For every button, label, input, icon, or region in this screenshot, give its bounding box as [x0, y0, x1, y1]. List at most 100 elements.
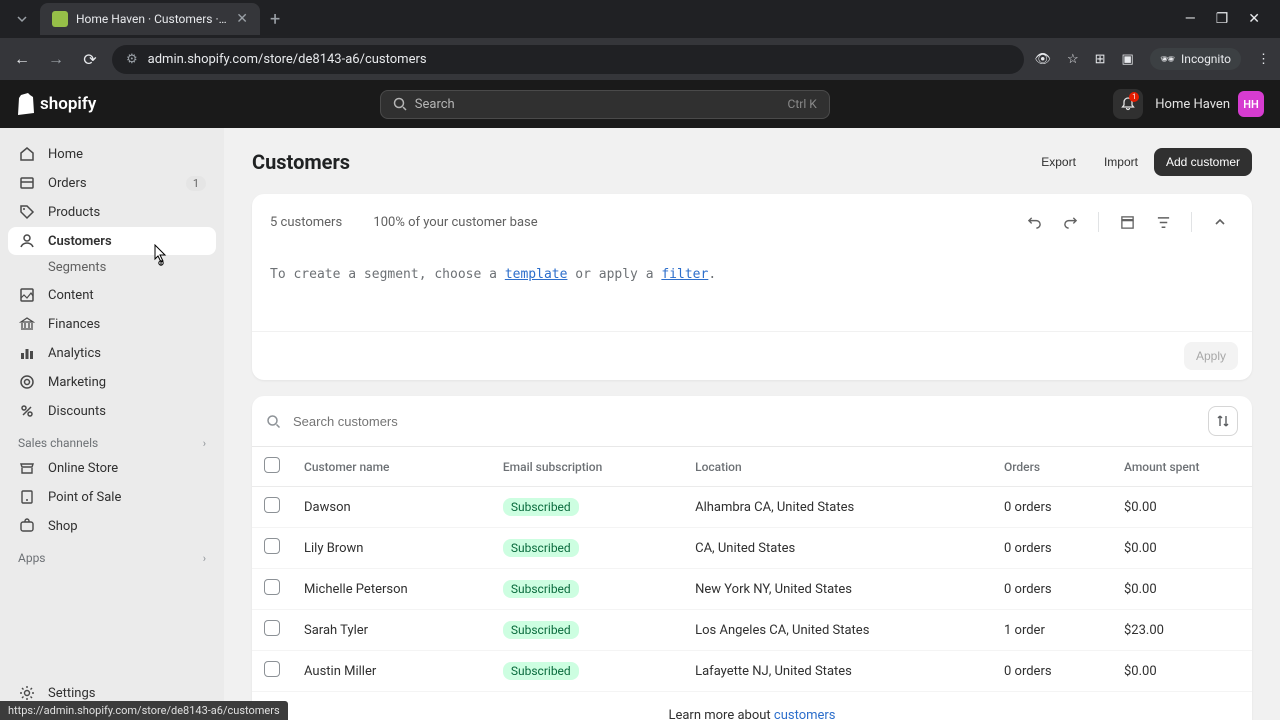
- sidebar-section-sales-channels[interactable]: Sales channels ›: [8, 426, 216, 454]
- sidebar-section-apps[interactable]: Apps ›: [8, 541, 216, 569]
- eye-off-icon[interactable]: 👁: [1034, 52, 1051, 67]
- segment-query-input[interactable]: To create a segment, choose a template o…: [252, 251, 1252, 331]
- row-checkbox[interactable]: [264, 538, 280, 554]
- template-link[interactable]: template: [505, 267, 568, 282]
- shopify-topbar: shopify Search Ctrl K 1 Home Haven HH: [0, 80, 1280, 128]
- table-row[interactable]: Michelle PetersonSubscribedNew York NY, …: [252, 569, 1252, 610]
- tab-list-dropdown[interactable]: [8, 5, 36, 33]
- home-icon: [18, 145, 36, 163]
- cell-orders: 0 orders: [992, 528, 1112, 569]
- customer-search-input[interactable]: [289, 408, 1200, 435]
- sidebar-item-pos[interactable]: Point of Sale: [8, 483, 216, 511]
- back-icon[interactable]: ←: [10, 49, 34, 69]
- cell-sub: Subscribed: [491, 569, 683, 610]
- sidebar-item-analytics[interactable]: Analytics: [8, 339, 216, 367]
- export-button[interactable]: Export: [1029, 148, 1088, 176]
- import-button[interactable]: Import: [1092, 148, 1150, 176]
- chevron-right-icon: ›: [203, 437, 206, 450]
- address-bar[interactable]: ⚙ admin.shopify.com/store/de8143-a6/cust…: [112, 45, 1024, 74]
- cell-amount: $0.00: [1112, 487, 1252, 528]
- shopify-logo[interactable]: shopify: [16, 93, 96, 115]
- kebab-menu-icon[interactable]: ⋮: [1257, 52, 1270, 67]
- cell-name: Sarah Tyler: [292, 610, 491, 651]
- close-window-icon[interactable]: ✕: [1248, 11, 1260, 27]
- learn-more-link[interactable]: customers: [774, 708, 836, 720]
- col-amount[interactable]: Amount spent: [1112, 447, 1252, 487]
- col-orders[interactable]: Orders: [992, 447, 1112, 487]
- learn-more: Learn more about customers: [252, 692, 1252, 720]
- templates-button[interactable]: [1113, 208, 1141, 236]
- url-text: admin.shopify.com/store/de8143-a6/custom…: [148, 52, 427, 67]
- global-search[interactable]: Search Ctrl K: [380, 90, 830, 119]
- row-checkbox[interactable]: [264, 497, 280, 513]
- select-all-checkbox[interactable]: [264, 457, 280, 473]
- undo-button[interactable]: [1020, 208, 1048, 236]
- cell-amount: $0.00: [1112, 528, 1252, 569]
- apply-button[interactable]: Apply: [1184, 342, 1238, 370]
- row-checkbox[interactable]: [264, 661, 280, 677]
- sidebar-item-online-store[interactable]: Online Store: [8, 454, 216, 482]
- table-row[interactable]: Lily BrownSubscribedCA, United States0 o…: [252, 528, 1252, 569]
- site-info-icon[interactable]: ⚙: [126, 52, 138, 67]
- sort-button[interactable]: [1208, 406, 1238, 436]
- subscribed-badge: Subscribed: [503, 539, 579, 557]
- table-row[interactable]: Sarah TylerSubscribedLos Angeles CA, Uni…: [252, 610, 1252, 651]
- forward-icon[interactable]: →: [44, 49, 68, 69]
- store-menu[interactable]: Home Haven HH: [1155, 91, 1264, 117]
- sidebar-item-segments[interactable]: Segments: [8, 256, 216, 281]
- add-customer-button[interactable]: Add customer: [1154, 148, 1252, 176]
- sidebar-item-customers[interactable]: Customers: [8, 227, 216, 255]
- sidebar-item-home[interactable]: Home: [8, 140, 216, 168]
- sidebar-item-products[interactable]: Products: [8, 198, 216, 226]
- sidepanel-icon[interactable]: ▣: [1122, 52, 1134, 67]
- store-icon: [18, 459, 36, 477]
- person-icon: [18, 232, 36, 250]
- incognito-badge[interactable]: 🕶 Incognito: [1150, 48, 1241, 70]
- new-tab-button[interactable]: +: [260, 9, 290, 30]
- cell-location: Los Angeles CA, United States: [683, 610, 992, 651]
- incognito-icon: 🕶: [1160, 52, 1175, 66]
- sidebar-item-orders[interactable]: Orders 1: [8, 169, 216, 197]
- close-tab-icon[interactable]: ✕: [236, 11, 248, 27]
- image-icon: [18, 286, 36, 304]
- row-checkbox[interactable]: [264, 579, 280, 595]
- sidebar-item-finances[interactable]: Finances: [8, 310, 216, 338]
- customer-count: 5 customers: [270, 215, 342, 230]
- cell-orders: 1 order: [992, 610, 1112, 651]
- collapse-button[interactable]: [1206, 208, 1234, 236]
- filter-button[interactable]: [1149, 208, 1177, 236]
- sidebar-item-discounts[interactable]: Discounts: [8, 397, 216, 425]
- cell-name: Lily Brown: [292, 528, 491, 569]
- filter-link[interactable]: filter: [661, 267, 708, 282]
- percent-icon: [18, 402, 36, 420]
- sidebar: Home Orders 1 Products Customers Segment…: [0, 128, 224, 720]
- table-row[interactable]: DawsonSubscribedAlhambra CA, United Stat…: [252, 487, 1252, 528]
- customer-pct: 100% of your customer base: [373, 215, 537, 230]
- reload-icon[interactable]: ⟳: [78, 50, 102, 69]
- extensions-icon[interactable]: ⊞: [1095, 52, 1106, 67]
- minimize-icon[interactable]: —: [1185, 11, 1196, 27]
- subscribed-badge: Subscribed: [503, 662, 579, 680]
- bookmark-icon[interactable]: ☆: [1067, 52, 1079, 67]
- store-avatar: HH: [1238, 91, 1264, 117]
- col-location[interactable]: Location: [683, 447, 992, 487]
- sidebar-item-marketing[interactable]: Marketing: [8, 368, 216, 396]
- subscribed-badge: Subscribed: [503, 498, 579, 516]
- browser-tab[interactable]: Home Haven · Customers · Sho ✕: [40, 3, 260, 35]
- sidebar-item-shop[interactable]: Shop: [8, 512, 216, 540]
- maximize-icon[interactable]: ❐: [1216, 11, 1229, 27]
- cell-location: Lafayette NJ, United States: [683, 651, 992, 692]
- col-name[interactable]: Customer name: [292, 447, 491, 487]
- redo-button[interactable]: [1056, 208, 1084, 236]
- cell-name: Austin Miller: [292, 651, 491, 692]
- col-email[interactable]: Email subscription: [491, 447, 683, 487]
- tab-bar: Home Haven · Customers · Sho ✕ + — ❐ ✕: [0, 0, 1280, 38]
- table-row[interactable]: Austin Miller Subscribed Lafayette NJ, Uni…: [252, 651, 1252, 692]
- cell-orders: 0 orders: [992, 487, 1112, 528]
- search-placeholder: Search: [415, 97, 455, 112]
- row-checkbox[interactable]: [264, 620, 280, 636]
- shopify-favicon: [52, 11, 68, 27]
- search-shortcut: Ctrl K: [788, 97, 817, 111]
- sidebar-item-content[interactable]: Content: [8, 281, 216, 309]
- notifications-button[interactable]: 1: [1113, 89, 1143, 119]
